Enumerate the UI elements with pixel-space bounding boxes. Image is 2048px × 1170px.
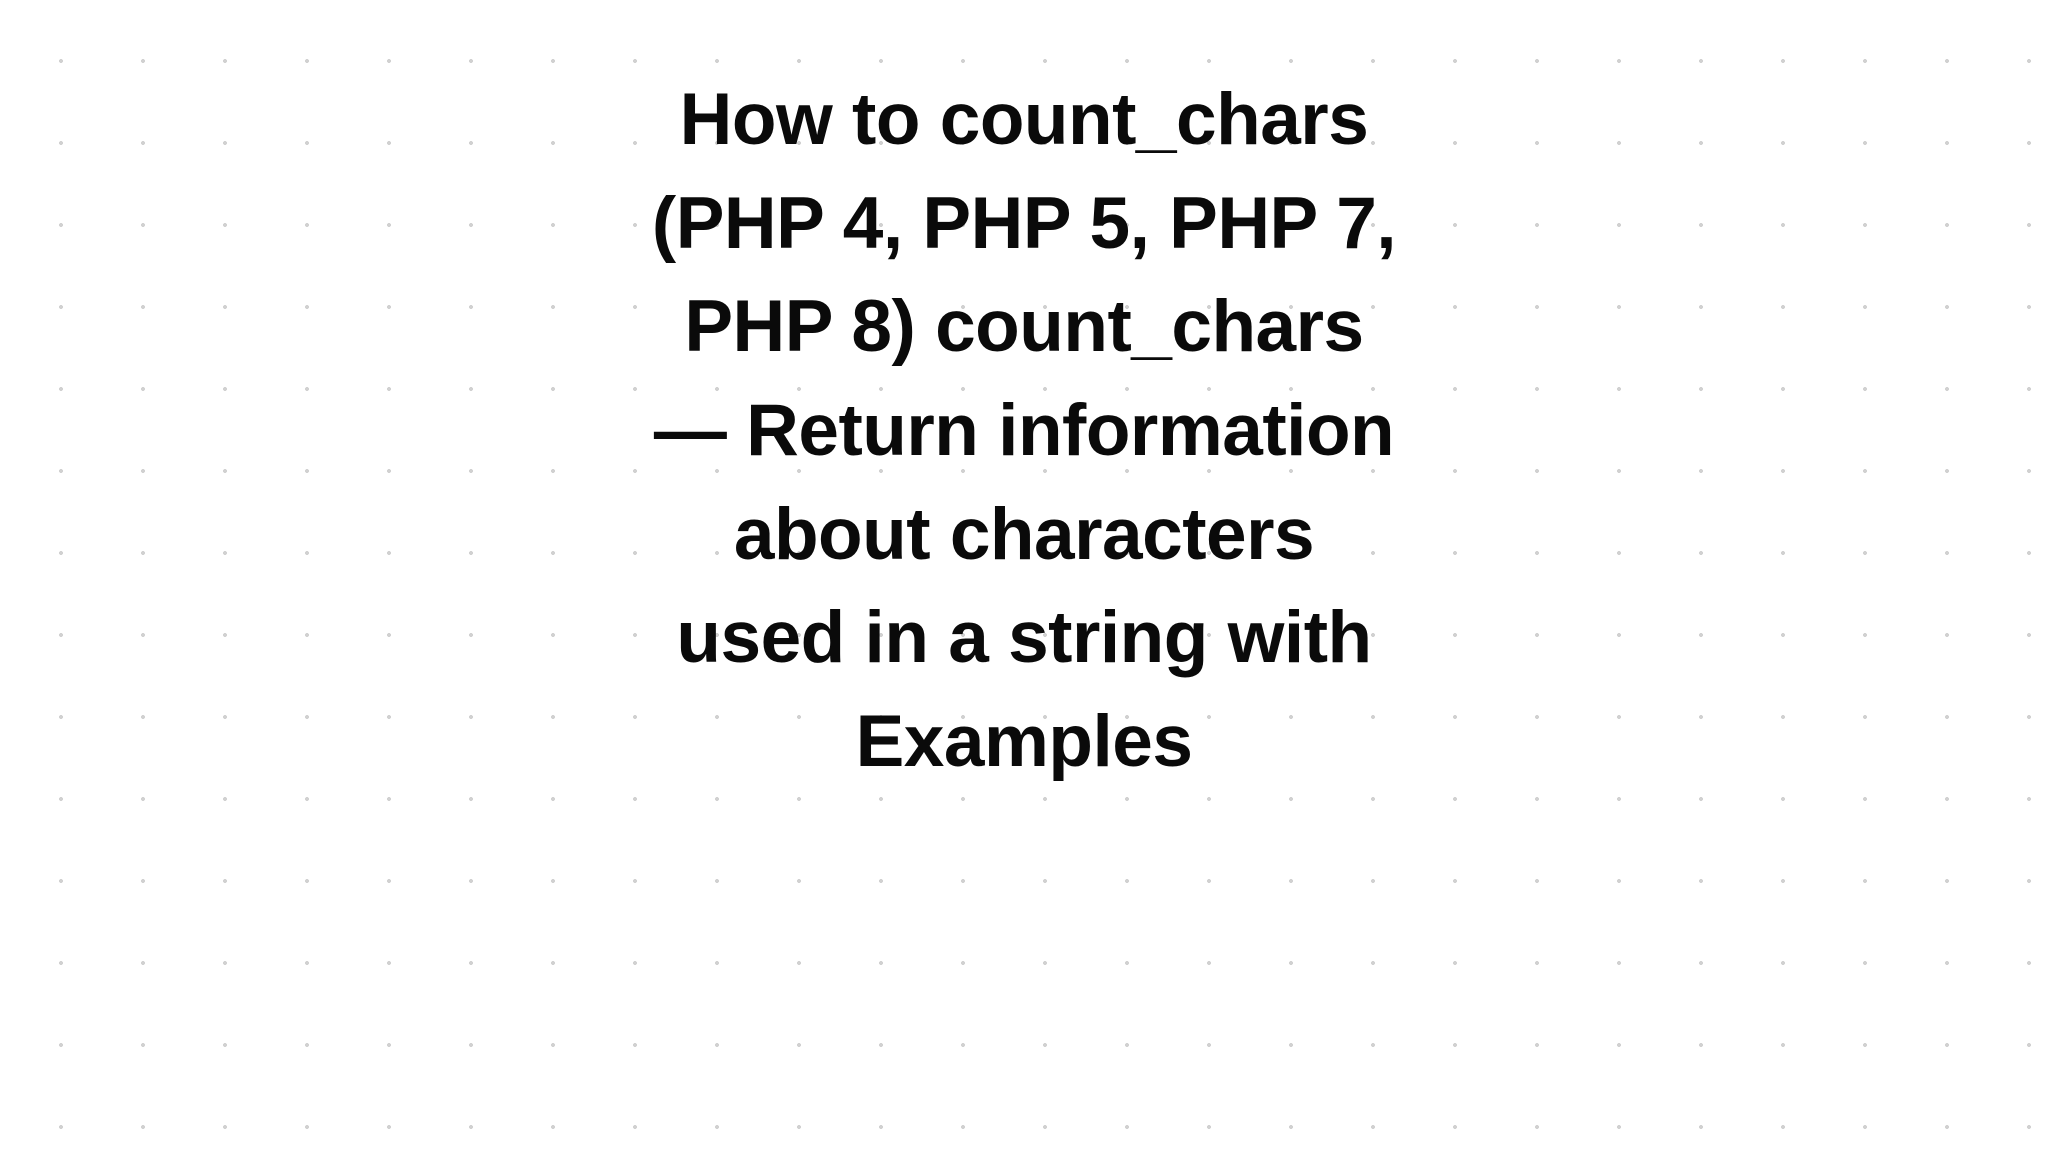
heading-block: How to count_chars (PHP 4, PHP 5, PHP 7,… [644, 68, 1404, 794]
page-title: How to count_chars (PHP 4, PHP 5, PHP 7,… [644, 68, 1404, 794]
content-container: How to count_chars (PHP 4, PHP 5, PHP 7,… [0, 0, 2048, 1170]
